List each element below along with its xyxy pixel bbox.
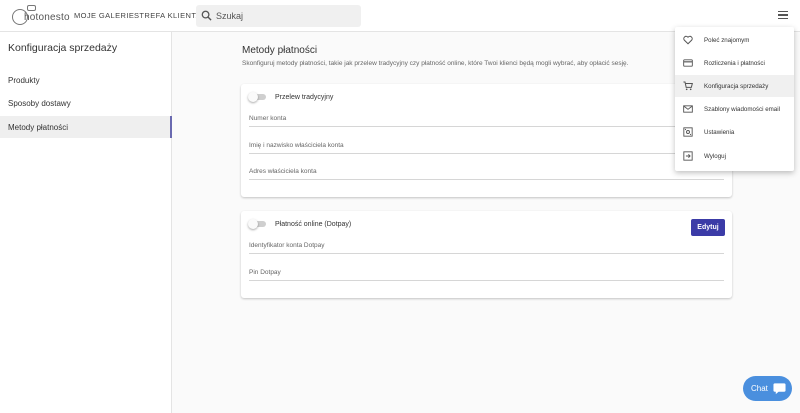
chat-bubble-icon bbox=[773, 383, 786, 395]
card-label: Przelew tradycyjny bbox=[275, 94, 334, 101]
menu-item-label: Szablony wiadomości email bbox=[704, 106, 781, 113]
page-title: Metody płatności bbox=[242, 45, 318, 56]
sidebar: Konfiguracja sprzedaży Produkty Sposoby … bbox=[0, 32, 172, 413]
adres-wlasciciela-field[interactable] bbox=[249, 166, 724, 180]
payment-card-dotpay: Płatność online (Dotpay) Edytuj bbox=[241, 211, 732, 298]
sidebar-item-sposoby-dostawy[interactable]: Sposoby dostawy bbox=[0, 92, 172, 114]
search-box bbox=[196, 5, 361, 27]
menu-item-ustawienia[interactable]: Ustawienia bbox=[675, 121, 794, 143]
chat-label: Chat bbox=[751, 384, 768, 393]
shopping-cart-icon bbox=[683, 81, 693, 91]
menu-item-polec-znajomym[interactable]: Poleć znajomym bbox=[675, 29, 794, 51]
sidebar-item-produkty[interactable]: Produkty bbox=[0, 69, 172, 91]
menu-item-label: Ustawienia bbox=[704, 129, 735, 136]
menu-item-szablony-email[interactable]: Szablony wiadomości email bbox=[675, 98, 794, 120]
search-icon bbox=[201, 10, 212, 21]
menu-item-label: Konfiguracja sprzedaży bbox=[704, 83, 769, 90]
przelew-toggle[interactable] bbox=[248, 92, 266, 102]
nav-link-strefa-klienta[interactable]: STREFA KLIENTA bbox=[134, 11, 201, 20]
camera-logo-icon bbox=[27, 5, 36, 11]
sidebar-title: Konfiguracja sprzedaży bbox=[8, 42, 118, 54]
app-logo[interactable]: hotonesto bbox=[12, 5, 70, 27]
menu-item-konfiguracja-sprzedazy[interactable]: Konfiguracja sprzedaży bbox=[675, 75, 794, 97]
nav-link-moje-galerie[interactable]: MOJE GALERIE bbox=[74, 11, 134, 20]
logo-text: hotonesto bbox=[24, 12, 70, 23]
dotpay-id-field[interactable] bbox=[249, 240, 724, 254]
menu-item-wyloguj[interactable]: Wyloguj bbox=[675, 145, 794, 167]
card-label: Płatność online (Dotpay) bbox=[275, 221, 352, 228]
numer-konta-field[interactable] bbox=[249, 113, 724, 127]
search-input[interactable] bbox=[216, 8, 356, 24]
chat-widget-button[interactable]: Chat bbox=[743, 376, 792, 401]
credit-card-icon bbox=[683, 59, 693, 67]
menu-item-label: Rozliczenia i płatności bbox=[704, 60, 765, 67]
hamburger-menu-icon[interactable] bbox=[776, 9, 790, 23]
menu-item-label: Wyloguj bbox=[704, 153, 726, 160]
logout-icon bbox=[683, 151, 693, 161]
heart-icon bbox=[683, 35, 693, 45]
sidebar-item-metody-platnosci[interactable]: Metody płatności bbox=[0, 116, 172, 138]
page-description: Skonfiguruj metody płatności, takie jak … bbox=[242, 60, 629, 67]
wlasciciel-konta-field[interactable] bbox=[249, 140, 724, 154]
dotpay-pin-field[interactable] bbox=[249, 267, 724, 281]
payment-card-przelew: Przelew tradycyjny bbox=[241, 84, 732, 197]
edit-button[interactable]: Edytuj bbox=[691, 219, 725, 236]
menu-item-label: Poleć znajomym bbox=[704, 37, 750, 44]
menu-item-rozliczenia[interactable]: Rozliczenia i płatności bbox=[675, 52, 794, 74]
user-dropdown-menu: Poleć znajomym Rozliczenia i płatności K… bbox=[675, 27, 794, 171]
settings-icon bbox=[683, 127, 693, 137]
dotpay-toggle[interactable] bbox=[248, 219, 266, 229]
email-icon bbox=[683, 105, 693, 113]
